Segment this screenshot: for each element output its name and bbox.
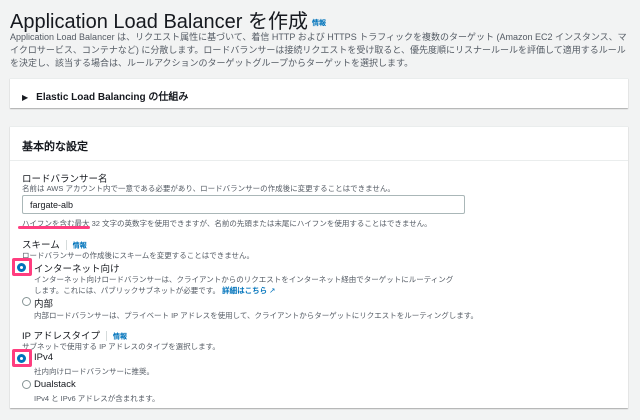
ip-type-label: IP アドレスタイプ 情報 xyxy=(22,331,127,342)
lb-name-input[interactable]: fargate-alb xyxy=(22,195,465,214)
option-description: 社内向けロードバランサーに推奨。 xyxy=(34,367,154,376)
highlight-underline xyxy=(18,226,90,229)
scheme-internet-facing-radio[interactable] xyxy=(17,263,26,272)
option-label: IPv4 xyxy=(34,352,54,363)
ip-ipv4-radio[interactable] xyxy=(17,354,26,363)
caret-right-icon: ▶ xyxy=(22,93,29,102)
ip-dualstack-radio[interactable] xyxy=(22,380,31,389)
scheme-label: スキーム 情報 xyxy=(22,240,87,251)
section-title: 基本的な設定 xyxy=(10,127,628,161)
option-description: IPv4 と IPv6 アドレスが含まれます。 xyxy=(34,394,160,403)
scheme-description: ロードバランサーの作成後にスキームを変更することはできません。 xyxy=(22,251,255,260)
external-link-icon: ↗ xyxy=(269,286,276,295)
option-label: 内部 xyxy=(34,299,54,310)
option-description: 内部ロードバランサーは、プライベート IP アドレスを使用して、クライアントから… xyxy=(34,311,479,320)
page-description: Application Load Balancer は、リクエスト属性に基づいて… xyxy=(10,32,627,68)
lb-name-description: 名前は AWS アカウント内で一意である必要があり、ロードバランサーの作成後に変… xyxy=(22,184,395,193)
scheme-internal-radio[interactable] xyxy=(22,297,31,306)
info-link[interactable]: 情報 xyxy=(312,20,326,27)
option-description: インターネット向けロードバランサーは、クライアントからのリクエストをインターネッ… xyxy=(34,275,454,295)
option-label: Dualstack xyxy=(34,379,76,390)
ip-type-description: サブネットで使用する IP アドレスのタイプを選択します。 xyxy=(22,342,220,351)
how-it-works-expander[interactable]: ▶ Elastic Load Balancing の仕組み xyxy=(10,78,628,108)
page-title: Application Load Balancer を作成 情報 xyxy=(10,11,326,33)
scheme-info-link[interactable]: 情報 xyxy=(73,242,87,249)
ip-info-link[interactable]: 情報 xyxy=(113,333,127,340)
learn-more-link[interactable]: 詳細はこちら xyxy=(222,286,267,295)
option-label: インターネット向け xyxy=(34,264,120,275)
